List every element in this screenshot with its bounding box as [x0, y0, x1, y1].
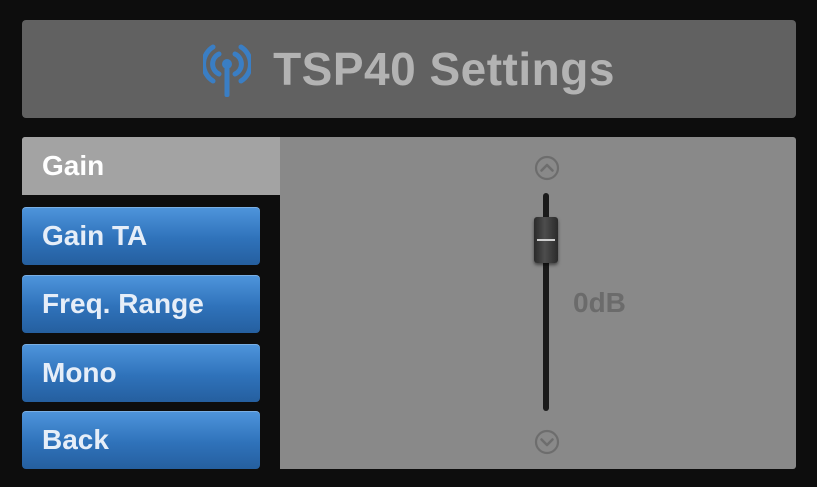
- back-button[interactable]: Back: [22, 411, 260, 469]
- freq-range-button[interactable]: Freq. Range: [22, 275, 260, 333]
- tab-gain[interactable]: Gain: [22, 137, 280, 195]
- gain-ta-button[interactable]: Gain TA: [22, 207, 260, 265]
- header-bar: TSP40 Settings: [22, 20, 796, 118]
- slider-knob[interactable]: [534, 217, 558, 264]
- page-title: TSP40 Settings: [273, 43, 615, 95]
- mono-button[interactable]: Mono: [22, 344, 260, 402]
- gain-slider-area: 0dB: [280, 137, 796, 469]
- gain-value: 0dB: [573, 287, 626, 318]
- chevron-up-icon[interactable]: [534, 155, 560, 181]
- antenna-icon: [203, 44, 252, 97]
- chevron-down-icon[interactable]: [534, 429, 560, 455]
